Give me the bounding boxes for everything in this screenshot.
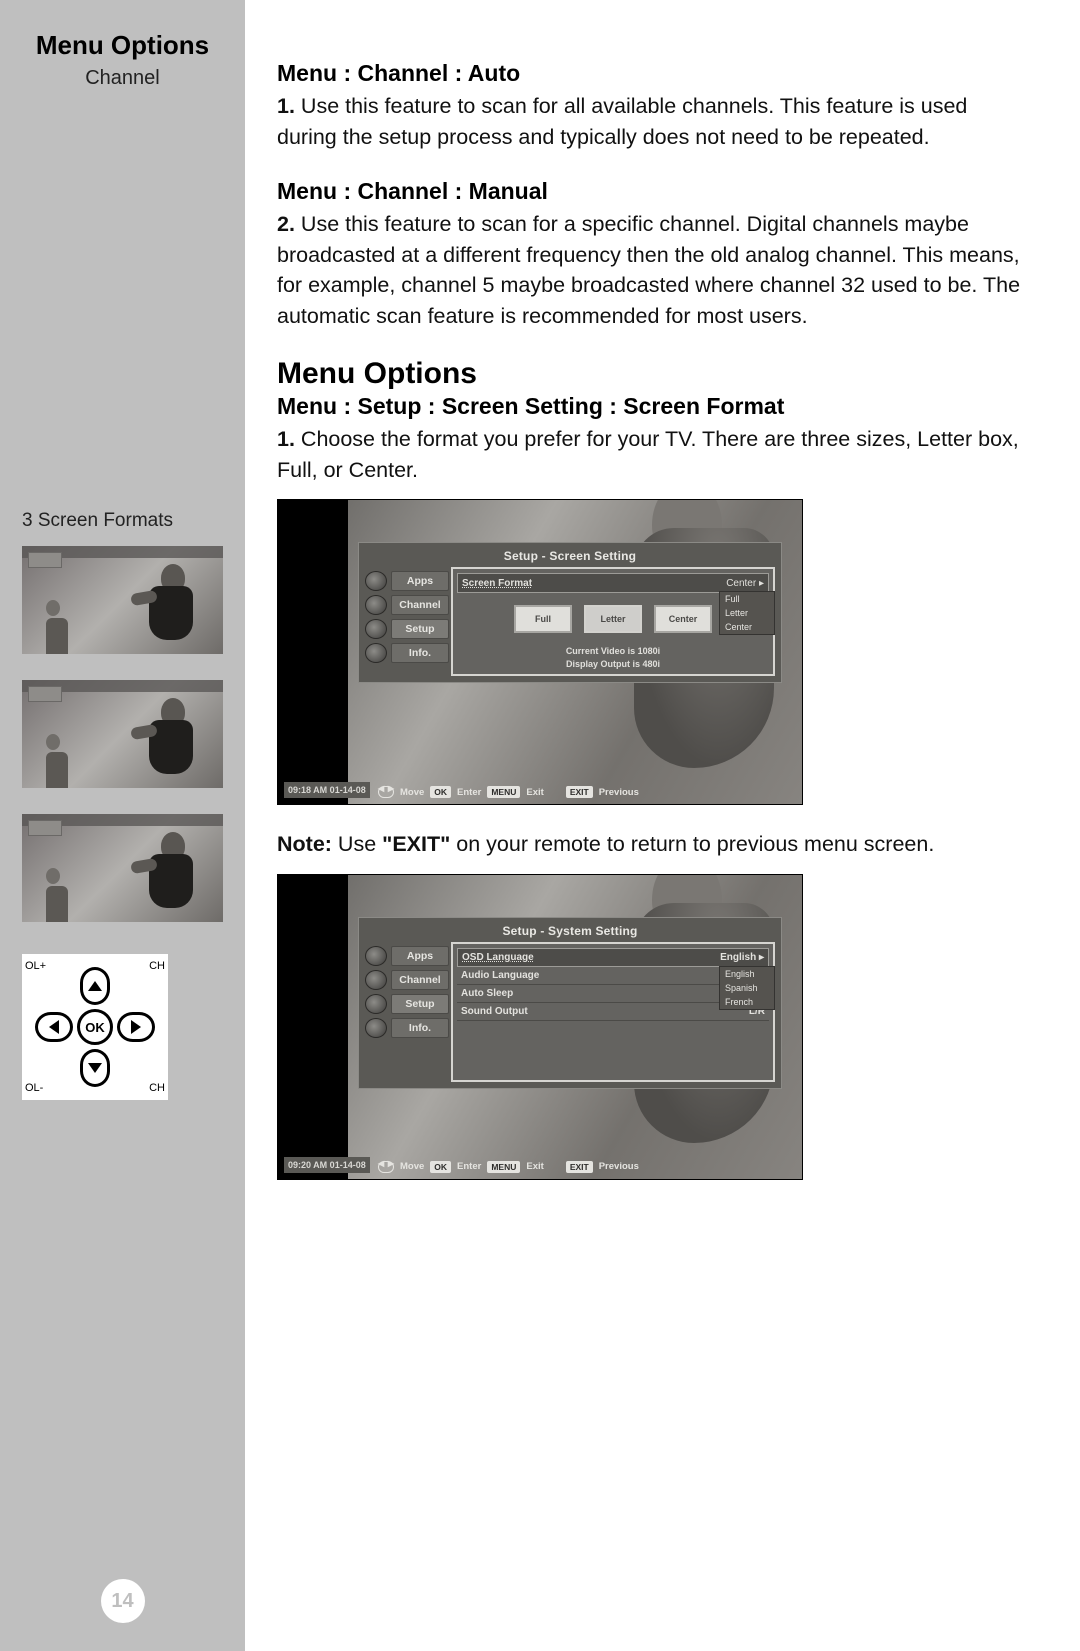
- osd-title: Setup - Screen Setting: [359, 543, 781, 567]
- thumb-full: [22, 680, 223, 788]
- ok-key-icon: OK: [430, 1161, 451, 1173]
- osd-screen-setting: Setup - Screen Setting Apps Channel Setu…: [358, 542, 782, 683]
- dpad-right-icon: [117, 1012, 155, 1042]
- screen-format-row[interactable]: Screen Format Center ▸: [457, 573, 769, 593]
- dpad-down-icon: [80, 1049, 110, 1087]
- screenshot-screen-setting: Setup - Screen Setting Apps Channel Setu…: [277, 499, 803, 805]
- nav-apps-2[interactable]: Apps: [391, 946, 449, 966]
- paragraph-manual: 2. Use this feature to scan for a specif…: [277, 209, 1022, 331]
- sidebar-subtitle: Channel: [22, 67, 223, 90]
- breadcrumb-auto: Menu : Channel : Auto: [277, 60, 1022, 87]
- apps-icon: [365, 946, 387, 966]
- setup-icon: [365, 994, 387, 1014]
- osd-language-row[interactable]: OSD LanguageEnglish ▸: [457, 948, 769, 967]
- sidebar-title: Menu Options: [22, 30, 223, 61]
- note-text: Note: Use "EXIT" on your remote to retur…: [277, 829, 1022, 860]
- hint-bar: Move OK Enter MENU Exit EXIT Previous: [378, 786, 639, 798]
- osd-title-2: Setup - System Setting: [359, 918, 781, 942]
- setup-icon: [365, 619, 387, 639]
- paragraph-auto: 1. Use this feature to scan for all avai…: [277, 91, 1022, 152]
- remote-dpad: OL+ OL- CH CH OK: [22, 954, 168, 1100]
- screen-formats-label: 3 Screen Formats: [22, 510, 223, 532]
- osd-system-setting: Setup - System Setting Apps Channel Setu…: [358, 917, 782, 1089]
- format-dropdown[interactable]: Full Letter Center: [719, 591, 775, 635]
- nav-channel-2[interactable]: Channel: [391, 970, 449, 990]
- apps-icon: [365, 571, 387, 591]
- channel-icon: [365, 595, 387, 615]
- screenshot-system-setting: Setup - System Setting Apps Channel Setu…: [277, 874, 803, 1180]
- nav-setup-2[interactable]: Setup: [391, 994, 449, 1014]
- info-icon: [365, 1018, 387, 1038]
- ok-button-icon: OK: [77, 1009, 113, 1045]
- main-content: Menu : Channel : Auto 1. Use this featur…: [245, 0, 1080, 1651]
- move-arrows-icon: [378, 1161, 394, 1173]
- hint-bar-2: Move OK Enter MENU Exit EXIT Previous: [378, 1161, 639, 1173]
- menu-key-icon: MENU: [487, 1161, 520, 1173]
- thumb-center: [22, 814, 223, 922]
- nav-setup[interactable]: Setup: [391, 619, 449, 639]
- timestamp-2: 09:20 AM 01-14-08: [284, 1157, 370, 1173]
- osd-panel: Screen Format Center ▸ Full Letter Cente…: [451, 567, 775, 676]
- nav-info-2[interactable]: Info.: [391, 1018, 449, 1038]
- osd-nav: Apps Channel Setup Info.: [359, 567, 449, 682]
- ok-key-icon: OK: [430, 786, 451, 798]
- thumb-letterbox: [22, 546, 223, 654]
- dpad-left-icon: [35, 1012, 73, 1042]
- language-dropdown[interactable]: English Spanish French: [719, 966, 775, 1010]
- channel-icon: [365, 970, 387, 990]
- exit-key-icon: EXIT: [566, 1161, 593, 1173]
- section-heading: Menu Options: [277, 357, 1022, 391]
- osd-panel-2: OSD LanguageEnglish ▸ Audio LanguageEngl…: [451, 942, 775, 1082]
- video-info-2: Display Output is 480i: [457, 658, 769, 671]
- exit-key-icon: EXIT: [566, 786, 593, 798]
- video-info-1: Current Video is 1080i: [457, 645, 769, 658]
- page-number: 14: [101, 1579, 145, 1623]
- nav-channel[interactable]: Channel: [391, 595, 449, 615]
- breadcrumb-manual: Menu : Channel : Manual: [277, 178, 1022, 205]
- breadcrumb-screenformat: Menu : Setup : Screen Setting : Screen F…: [277, 393, 1022, 420]
- menu-key-icon: MENU: [487, 786, 520, 798]
- option-center[interactable]: Center: [654, 605, 712, 633]
- info-icon: [365, 643, 387, 663]
- nav-apps[interactable]: Apps: [391, 571, 449, 591]
- option-full[interactable]: Full: [514, 605, 572, 633]
- osd-nav-2: Apps Channel Setup Info.: [359, 942, 449, 1088]
- timestamp: 09:18 AM 01-14-08: [284, 782, 370, 798]
- option-letter[interactable]: Letter: [584, 605, 642, 633]
- move-arrows-icon: [378, 786, 394, 798]
- dpad-up-icon: [80, 967, 110, 1005]
- sidebar: Menu Options Channel 3 Screen Formats OL…: [0, 0, 245, 1651]
- paragraph-screenformat: 1. Choose the format you prefer for your…: [277, 424, 1022, 485]
- nav-info[interactable]: Info.: [391, 643, 449, 663]
